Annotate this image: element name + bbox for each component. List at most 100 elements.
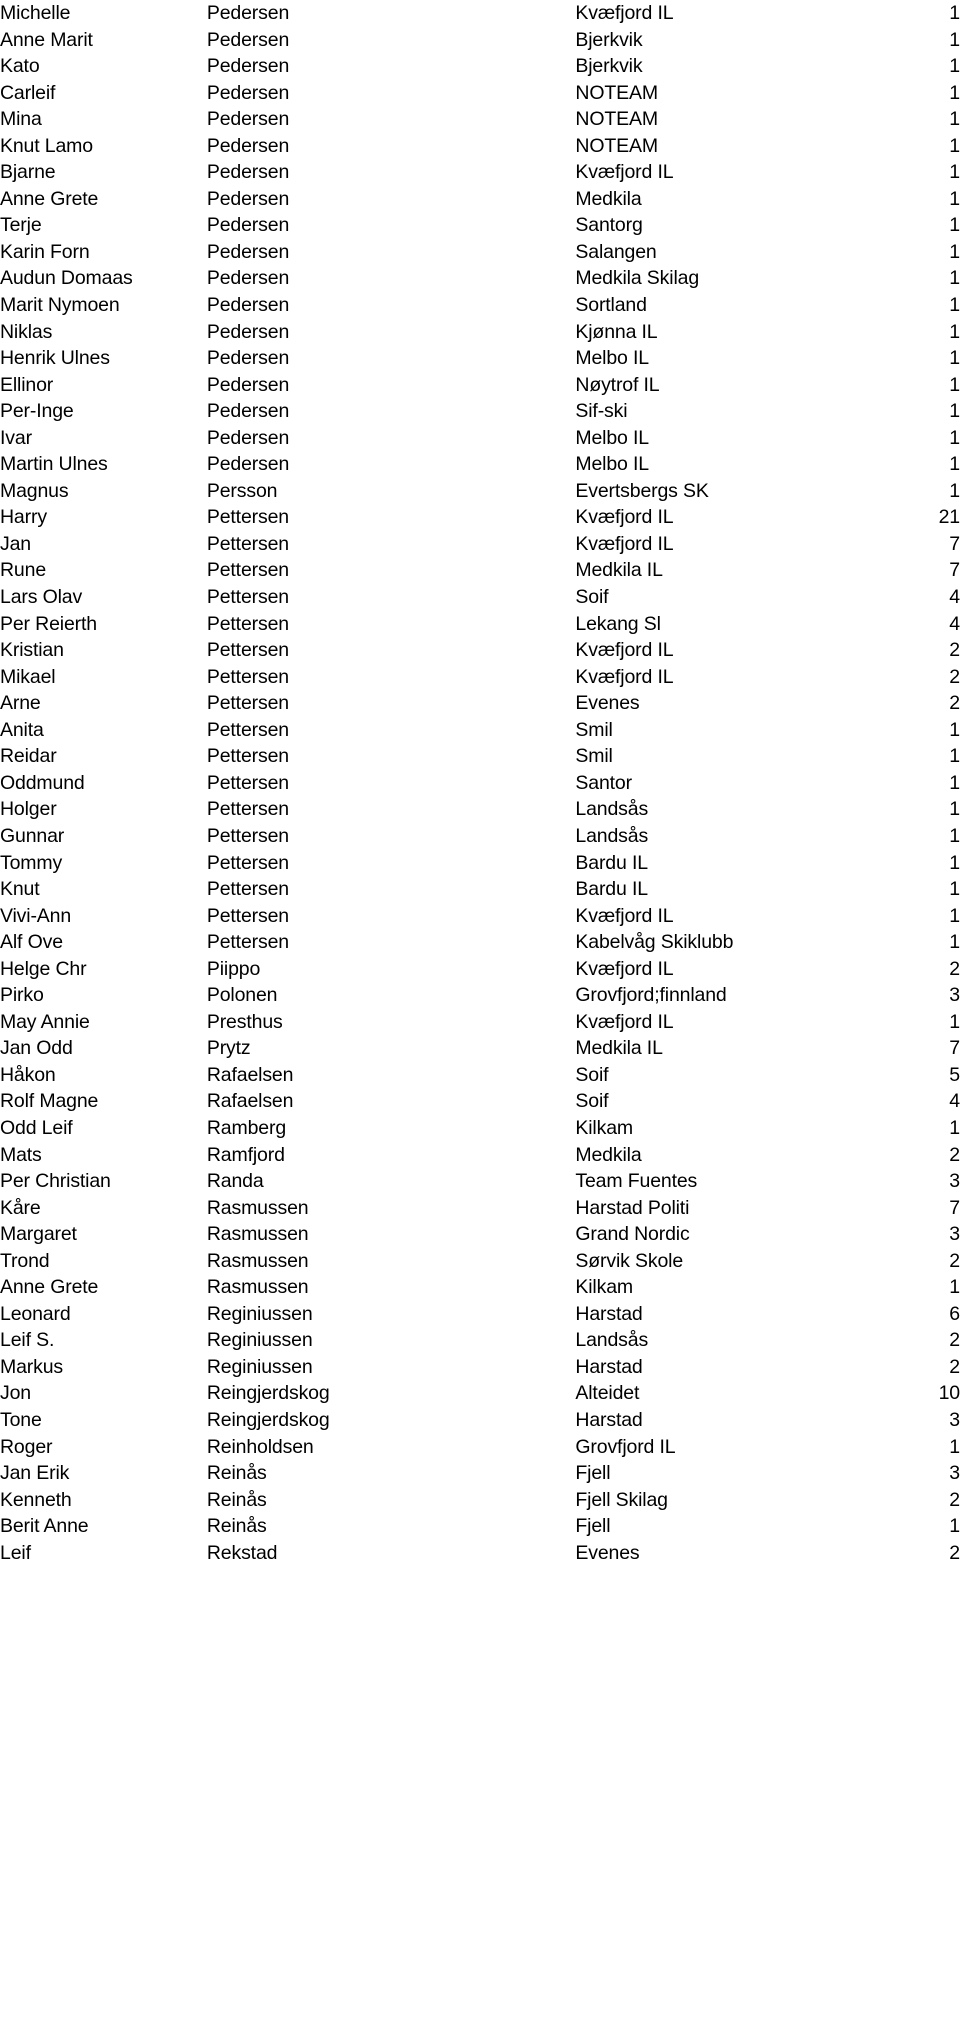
table-row: Helge Chr Piippo Kvæfjord IL 2 (0, 956, 960, 983)
cell-club: Grand Nordic (575, 1223, 690, 1246)
cell-club: Landsås (575, 1329, 649, 1352)
roster-table-body: Michelle Pedersen Kvæfjord IL 1 Anne Marit Pe… (0, 0, 960, 1566)
cell-count: 1 (949, 718, 960, 741)
cell-club: Evertsbergs SK (575, 479, 709, 502)
cell-last-name: Pettersen (206, 586, 289, 609)
cell-last-name: Polonen (206, 984, 278, 1007)
cell-club: Sørvik Skole (575, 1249, 684, 1272)
cell-last-name: Pedersen (206, 214, 290, 237)
cell-last-name: Presthus (206, 1010, 283, 1033)
cell-count: 2 (949, 1541, 960, 1564)
cell-count: 2 (949, 1488, 960, 1511)
cell-first-name: Tone (0, 1408, 42, 1431)
cell-club: Medkila (575, 187, 642, 210)
cell-count: 1 (949, 28, 960, 51)
cell-last-name: Pedersen (206, 267, 290, 290)
table-row: Ellinor Pedersen Nøytrof IL 1 (0, 372, 960, 399)
cell-first-name: Leonard (0, 1302, 71, 1325)
table-row: Pirko Polonen Grovfjord;finnland 3 (0, 982, 960, 1009)
cell-count: 10 (938, 1382, 960, 1405)
cell-count: 3 (949, 984, 960, 1007)
table-row: Ivar Pedersen Melbo IL 1 (0, 425, 960, 452)
table-row: Leif Rekstad Evenes 2 (0, 1540, 960, 1567)
cell-count: 1 (949, 240, 960, 263)
cell-first-name: Jon (0, 1382, 31, 1405)
table-row: Kato Pedersen Bjerkvik 1 (0, 53, 960, 80)
cell-count: 4 (949, 586, 960, 609)
cell-club: Evenes (575, 1541, 640, 1564)
cell-first-name: Kenneth (0, 1488, 72, 1511)
cell-club: Kjønna IL (575, 320, 658, 343)
cell-first-name: Odd Leif (0, 1116, 73, 1139)
cell-last-name: Rafaelsen (206, 1090, 294, 1113)
cell-first-name: Magnus (0, 479, 69, 502)
cell-last-name: Rafaelsen (206, 1063, 294, 1086)
cell-club: Kvæfjord IL (575, 957, 674, 980)
cell-first-name: Roger (0, 1435, 53, 1458)
cell-count: 1 (949, 878, 960, 901)
table-row: Arne Pettersen Evenes 2 (0, 690, 960, 717)
cell-club: Soif (575, 586, 609, 609)
cell-last-name: Reinås (206, 1515, 267, 1538)
cell-first-name: Rune (0, 559, 47, 582)
cell-first-name: Ivar (0, 426, 32, 449)
cell-count: 7 (949, 1196, 960, 1219)
table-row: Mats Ramfjord Medkila 2 (0, 1142, 960, 1169)
cell-count: 1 (949, 771, 960, 794)
cell-club: Grovfjord;finnland (575, 984, 727, 1007)
cell-club: Soif (575, 1090, 609, 1113)
cell-first-name: Kåre (0, 1196, 41, 1219)
cell-first-name: Oddmund (0, 771, 85, 794)
cell-last-name: Pedersen (206, 108, 290, 131)
table-row: Reidar Pettersen Smil 1 (0, 743, 960, 770)
cell-first-name: Leif (0, 1541, 31, 1564)
cell-last-name: Reinås (206, 1488, 267, 1511)
table-row: Magnus Persson Evertsbergs SK 1 (0, 478, 960, 505)
cell-count: 1 (949, 81, 960, 104)
cell-count: 1 (949, 214, 960, 237)
cell-club: Kilkam (575, 1116, 634, 1139)
cell-last-name: Pedersen (206, 134, 290, 157)
cell-first-name: Jan (0, 532, 31, 555)
cell-last-name: Reginiussen (206, 1355, 313, 1378)
cell-club: Soif (575, 1063, 609, 1086)
cell-club: Lekang Sl (575, 612, 661, 635)
cell-last-name: Reinholdsen (206, 1435, 314, 1458)
cell-last-name: Pedersen (206, 453, 290, 476)
cell-club: Team Fuentes (575, 1170, 698, 1193)
cell-first-name: Audun Domaas (0, 267, 133, 290)
table-row: Tone Reingjerdskog Harstad 3 (0, 1407, 960, 1434)
cell-first-name: Helge Chr (0, 957, 87, 980)
cell-club: Kvæfjord IL (575, 506, 674, 529)
cell-last-name: Pedersen (206, 426, 290, 449)
cell-first-name: Anne Grete (0, 1276, 99, 1299)
cell-first-name: Per Reierth (0, 612, 97, 635)
cell-last-name: Pedersen (206, 55, 290, 78)
cell-last-name: Pedersen (206, 161, 290, 184)
cell-last-name: Pettersen (206, 824, 289, 847)
cell-last-name: Pedersen (206, 81, 290, 104)
cell-club: Smil (575, 718, 613, 741)
cell-club: Fjell (575, 1515, 611, 1538)
cell-count: 1 (949, 2, 960, 24)
cell-last-name: Pettersen (206, 665, 289, 688)
table-row: Rune Pettersen Medkila IL 7 (0, 557, 960, 584)
cell-first-name: Per Christian (0, 1170, 111, 1193)
table-row: Jan Erik Reinås Fjell 3 (0, 1460, 960, 1487)
table-row: Bjarne Pedersen Kvæfjord IL 1 (0, 159, 960, 186)
cell-club: Harstad (575, 1355, 643, 1378)
cell-last-name: Ramberg (206, 1116, 287, 1139)
cell-last-name: Pettersen (206, 798, 289, 821)
cell-last-name: Pettersen (206, 718, 289, 741)
cell-count: 1 (949, 294, 960, 317)
table-row: Per-Inge Pedersen Sif-ski 1 (0, 398, 960, 425)
cell-club: Nøytrof IL (575, 373, 660, 396)
cell-club: Kvæfjord IL (575, 904, 674, 927)
table-row: Per Reierth Pettersen Lekang Sl 4 (0, 611, 960, 638)
cell-last-name: Pedersen (206, 400, 290, 423)
table-row: Kåre Rasmussen Harstad Politi 7 (0, 1195, 960, 1222)
cell-first-name: Carleif (0, 81, 56, 104)
cell-club: Kvæfjord IL (575, 665, 674, 688)
cell-first-name: Pirko (0, 984, 44, 1007)
cell-first-name: Karin Forn (0, 240, 90, 263)
